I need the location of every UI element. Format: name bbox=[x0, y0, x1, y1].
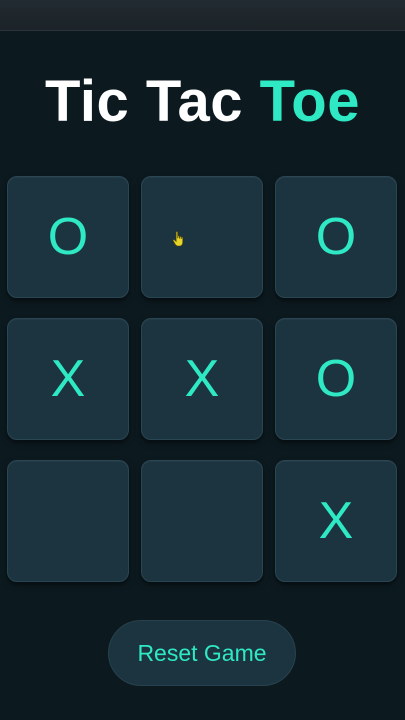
cell-mark: O bbox=[47, 208, 89, 266]
title-main: Tic Tac bbox=[45, 69, 260, 134]
page-title: Tic Tac Toe bbox=[0, 68, 405, 136]
board-cell-3[interactable]: O bbox=[275, 176, 397, 298]
reset-game-button[interactable]: Reset Game bbox=[108, 620, 296, 686]
board-cell-9[interactable]: X bbox=[275, 460, 397, 582]
cell-mark: X bbox=[184, 350, 220, 408]
cell-mark: O bbox=[315, 208, 357, 266]
cell-mark: O bbox=[315, 350, 357, 408]
board-cell-6[interactable]: O bbox=[275, 318, 397, 440]
game-board: O O X X O X bbox=[7, 176, 399, 582]
board-cell-7[interactable] bbox=[7, 460, 129, 582]
board-cell-4[interactable]: X bbox=[7, 318, 129, 440]
board-cell-1[interactable]: O bbox=[7, 176, 129, 298]
board-cell-8[interactable] bbox=[141, 460, 263, 582]
top-bar bbox=[0, 0, 405, 31]
board-cell-2[interactable] bbox=[141, 176, 263, 298]
board-cell-5[interactable]: X bbox=[141, 318, 263, 440]
cell-mark: X bbox=[318, 492, 354, 550]
title-accent: Toe bbox=[259, 69, 360, 134]
cell-mark: X bbox=[50, 350, 86, 408]
pointer-hand-icon bbox=[172, 231, 183, 247]
